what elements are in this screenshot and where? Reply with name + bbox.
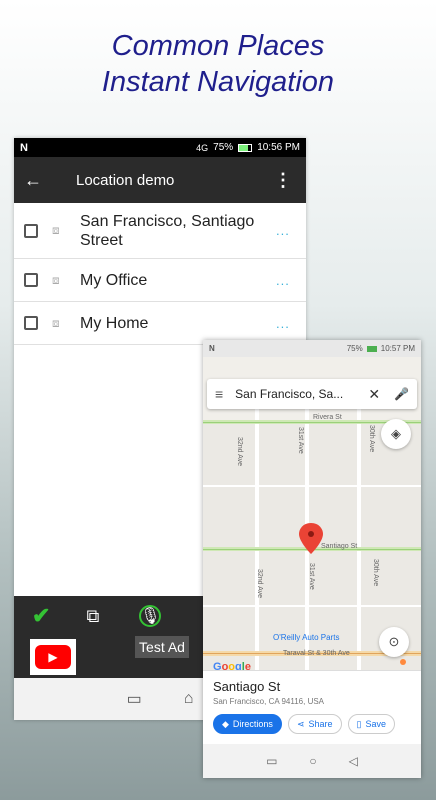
list-item-home[interactable]: ⧈ My Home ... xyxy=(14,302,306,345)
list-item-santiago[interactable]: ⧈ San Francisco, Santiago Street ... xyxy=(14,203,306,259)
map-search-bar[interactable]: ≡ San Francisco, Sa... ✕ 🎤 xyxy=(207,379,417,409)
status-bar: N 75% 10:57 PM xyxy=(203,340,421,357)
my-location-icon[interactable]: ⊙ xyxy=(379,627,409,657)
check-icon[interactable]: ✔ xyxy=(32,603,50,629)
network-icon: 4G xyxy=(196,142,209,153)
status-time: 10:57 PM xyxy=(380,344,415,353)
list-item-label: San Francisco, Santiago Street xyxy=(80,212,255,249)
share-icon: ⋖ xyxy=(296,718,305,729)
poi-label[interactable]: O'Reilly Auto Parts xyxy=(273,633,339,642)
street-label-32nd-lower: 32nd Ave xyxy=(256,569,263,599)
battery-icon xyxy=(366,345,377,352)
place-icon: ⧈ xyxy=(52,223,60,237)
place-name: Santiago St xyxy=(213,679,281,694)
place-address: San Francisco, CA 94116, USA xyxy=(213,697,325,706)
list-item-label: My Home xyxy=(80,314,149,332)
street-label-taraval: Taraval St & 30th Ave xyxy=(283,650,350,657)
n-icon: N xyxy=(20,141,28,154)
checkbox[interactable] xyxy=(24,316,38,330)
youtube-icon[interactable]: ▶ xyxy=(30,639,76,675)
street-label-30th: 30th Ave xyxy=(368,425,375,453)
recents-icon[interactable]: ▭ xyxy=(266,754,277,768)
layers-icon[interactable]: ◈ xyxy=(381,419,411,449)
more-dots-icon[interactable]: ... xyxy=(276,223,306,238)
street-label-santiago: Santiago St xyxy=(321,543,358,550)
share-button[interactable]: ⋖ Share xyxy=(287,714,342,734)
phone-map: N 75% 10:57 PM ≡ San Francisco, Sa... ✕ … xyxy=(203,340,421,778)
headline-line1: Common Places xyxy=(111,30,325,62)
street-label-31st-lower: 31st Ave xyxy=(308,563,315,590)
checkbox[interactable] xyxy=(24,223,38,238)
directions-icon: ◆ xyxy=(222,718,229,729)
bookmark-icon: ▯ xyxy=(356,718,362,729)
street-label-rivera: Rivera St xyxy=(313,414,342,421)
battery-percent: 75% xyxy=(346,344,363,353)
status-bar: N 4G 75% 10:56 PM xyxy=(14,138,306,157)
checkbox[interactable] xyxy=(24,273,38,287)
street-label-30th-lower: 30th Ave xyxy=(372,559,379,587)
list-item-office[interactable]: ⧈ My Office ... xyxy=(14,259,306,302)
menu-icon[interactable]: ≡ xyxy=(215,386,223,402)
save-button[interactable]: ▯ Save xyxy=(347,714,395,734)
search-input[interactable]: San Francisco, Sa... xyxy=(235,387,360,401)
street-label-32nd: 32nd Ave xyxy=(236,437,243,467)
n-icon: N xyxy=(209,344,215,353)
app-bar: ← Location demo ⋮ xyxy=(14,157,306,203)
battery-icon xyxy=(238,143,253,152)
place-actions: ◆ Directions ⋖ Share ▯ Save xyxy=(213,714,411,734)
map-view[interactable]: ≡ San Francisco, Sa... ✕ 🎤 ◈ Rivera St S… xyxy=(203,357,421,670)
list-item-label: My Office xyxy=(80,271,148,289)
more-dots-icon[interactable]: ... xyxy=(276,273,306,288)
place-icon: ⧈ xyxy=(52,272,60,287)
headline-line2: Instant Navigation xyxy=(101,66,335,98)
page-title: Location demo xyxy=(76,171,175,189)
more-dots-icon[interactable]: ... xyxy=(276,316,306,331)
home-icon[interactable]: ⌂ xyxy=(184,690,194,708)
mic-icon[interactable]: 🎙 xyxy=(139,605,162,627)
directions-button[interactable]: ◆ Directions xyxy=(213,714,282,734)
recents-icon[interactable]: ▭ xyxy=(127,689,142,709)
place-icon: ⧈ xyxy=(52,315,60,330)
place-card: Santiago St San Francisco, CA 94116, USA… xyxy=(203,670,421,744)
close-icon[interactable]: ✕ xyxy=(368,386,380,403)
back-icon[interactable]: ◁ xyxy=(349,754,358,768)
status-time: 10:56 PM xyxy=(257,142,300,153)
street-label-31st: 31st Ave xyxy=(297,427,304,454)
mic-icon[interactable]: 🎤 xyxy=(394,387,409,401)
google-logo: Google xyxy=(213,661,251,670)
home-icon[interactable]: ○ xyxy=(309,754,316,768)
battery-percent: 75% xyxy=(213,142,234,153)
copy-icon[interactable]: ⧉ xyxy=(86,606,99,627)
back-arrow-icon[interactable]: ← xyxy=(24,170,60,191)
system-nav-bar: ▭ ○ ◁ xyxy=(203,744,421,778)
headline: Common Places Instant Navigation xyxy=(0,28,436,100)
overflow-menu-icon[interactable]: ⋮ xyxy=(274,170,296,191)
test-ad-label: Test Ad xyxy=(135,636,189,658)
